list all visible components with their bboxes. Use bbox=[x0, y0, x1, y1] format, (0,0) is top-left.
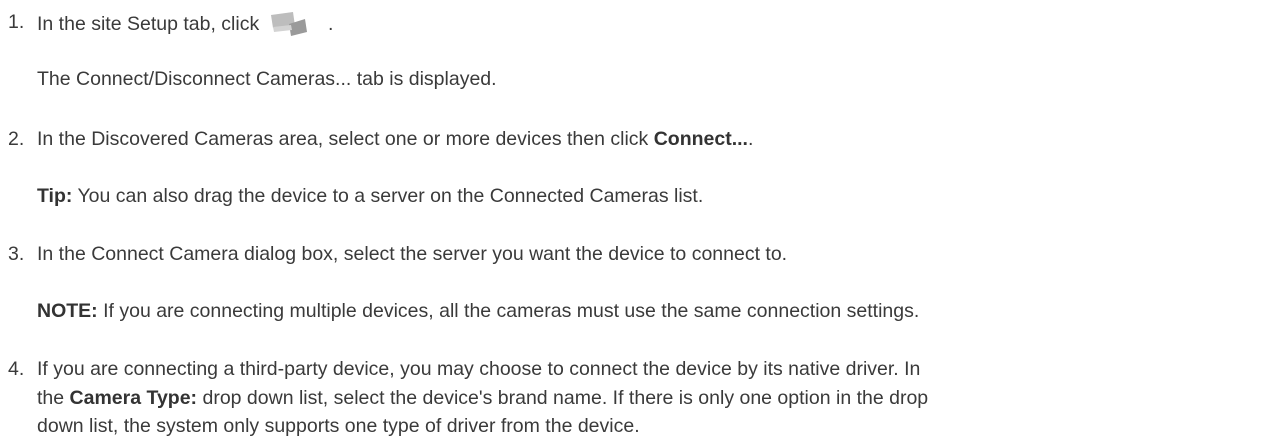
step-4-line-1: If you are connecting a third-party devi… bbox=[37, 358, 921, 380]
step-2-instruction: In the Discovered Cameras area, select o… bbox=[37, 128, 654, 150]
step-1-period: . bbox=[328, 13, 334, 35]
step-1-number: 1. bbox=[8, 11, 25, 33]
step-1-result: The Connect/Disconnect Cameras... tab is… bbox=[37, 68, 497, 90]
step-3-number: 3. bbox=[8, 243, 25, 265]
step-3-text: In the Connect Camera dialog box, select… bbox=[37, 243, 788, 265]
note-text: If you are connecting multiple devices, … bbox=[97, 300, 920, 322]
tip-label: Tip: bbox=[37, 185, 73, 207]
tip-text: You can also drag the device to a server… bbox=[72, 185, 704, 207]
note-label: NOTE: bbox=[37, 300, 98, 322]
step-4-number: 4. bbox=[8, 358, 25, 380]
step-4-line-2-end: drop down list, select the device's bran… bbox=[197, 387, 929, 409]
tip-note: Tip: You can also drag the device to a s… bbox=[37, 184, 703, 208]
step-4-line-2-start: the bbox=[37, 387, 70, 409]
camera-type-label: Camera Type: bbox=[69, 387, 198, 409]
step-4-line-3: down list, the system only supports one … bbox=[37, 415, 640, 437]
step-2-text: In the Discovered Cameras area, select o… bbox=[37, 127, 753, 151]
step-1-text: In the site Setup tab, click . bbox=[37, 10, 333, 40]
step-2-number: 2. bbox=[8, 128, 25, 150]
connect-cameras-icon[interactable] bbox=[265, 10, 323, 40]
step-2-period: . bbox=[747, 128, 754, 150]
step-4-line-2: the Camera Type: drop down list, select … bbox=[37, 386, 928, 410]
connect-label: Connect... bbox=[653, 128, 748, 150]
document-page: { "steps": [ { "number": "1.", "text_bef… bbox=[0, 0, 1262, 443]
step-1-instruction: In the site Setup tab, click bbox=[37, 13, 260, 35]
note-block: NOTE: If you are connecting multiple dev… bbox=[37, 299, 919, 323]
